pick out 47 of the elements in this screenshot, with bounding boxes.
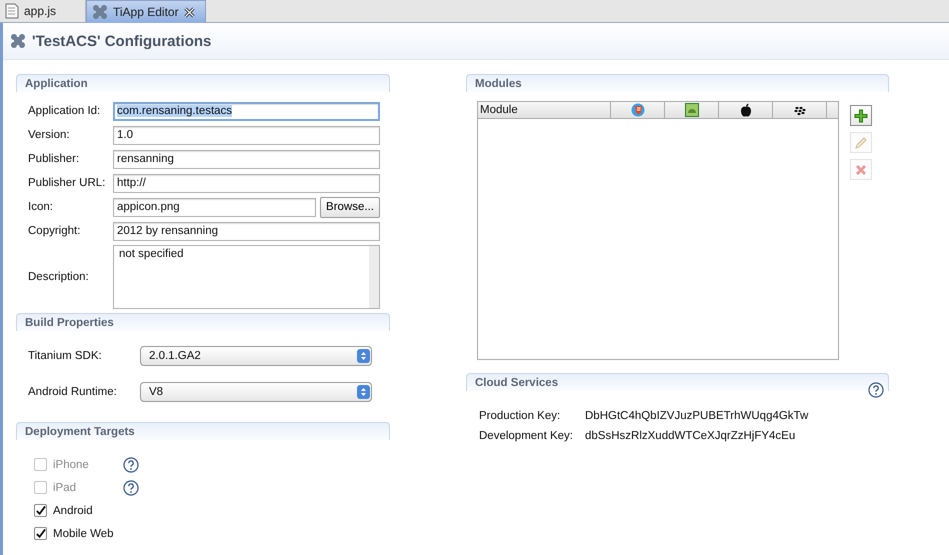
description-field[interactable]: not specified [113, 245, 380, 309]
input-field[interactable]: 2012 by rensanning [113, 222, 380, 240]
field-label: Android Runtime: [28, 386, 118, 398]
field-label: Description: [28, 271, 90, 283]
field-label: Version: [28, 129, 71, 141]
input-field[interactable]: appicon.png [113, 198, 316, 216]
field-label: Publisher URL: [28, 177, 106, 189]
section-title: Application [25, 78, 88, 90]
field-label: Publisher: [28, 153, 80, 165]
checkbox[interactable] [34, 504, 47, 517]
section-title: Cloud Services [475, 376, 558, 388]
checkbox[interactable] [34, 527, 47, 540]
field-label: Titanium SDK: [28, 350, 103, 362]
pencil-icon [854, 136, 868, 150]
dropdown[interactable]: 2.0.1.GA2 [140, 346, 372, 366]
input-field[interactable]: rensanning [113, 150, 380, 168]
section-title: Modules [475, 78, 522, 90]
checkbox-label: iPhone [53, 458, 90, 470]
section-title: Deployment Targets [25, 426, 135, 438]
key-value: DbHGtC4hQbIZVJuzPUBETrhWUqg4GkTw [585, 410, 808, 422]
field-label: Icon: [28, 201, 54, 213]
add-icon [854, 108, 868, 122]
checkbox-label: Mobile Web [53, 528, 115, 540]
section-title: Build Properties [25, 316, 114, 328]
editor-title: 'TestACS' Configurations [32, 32, 212, 50]
browse-button[interactable]: Browse... [320, 196, 380, 218]
checkbox-label: iPad [53, 482, 78, 494]
editor-tab[interactable]: TiApp Editor [86, 0, 206, 23]
toolbar-button[interactable] [850, 105, 872, 126]
field-label: Copyright: [28, 225, 82, 237]
input-field[interactable]: http:// [113, 174, 380, 192]
dropdown[interactable]: V8 [140, 382, 372, 402]
input-field[interactable]: com.rensaning.testacs [113, 102, 380, 120]
stepper-icon [357, 385, 370, 399]
checkbox-label: Android [53, 504, 94, 516]
html5-icon [630, 103, 644, 117]
file-icon [5, 3, 19, 19]
stepper-icon [357, 349, 370, 363]
apple-icon [738, 103, 752, 117]
input-field[interactable]: 1.0 [113, 126, 380, 144]
key-label: Development Key: [479, 430, 574, 442]
remove-icon [854, 162, 868, 176]
field-label: Application Id: [28, 105, 102, 117]
key-label: Production Key: [479, 410, 562, 422]
android-icon [684, 103, 698, 117]
key-value: dbSsHszRlzXuddWTCeXJqrZzHjFY4cEu [585, 430, 796, 442]
editor-tab[interactable]: app.js [0, 0, 86, 22]
